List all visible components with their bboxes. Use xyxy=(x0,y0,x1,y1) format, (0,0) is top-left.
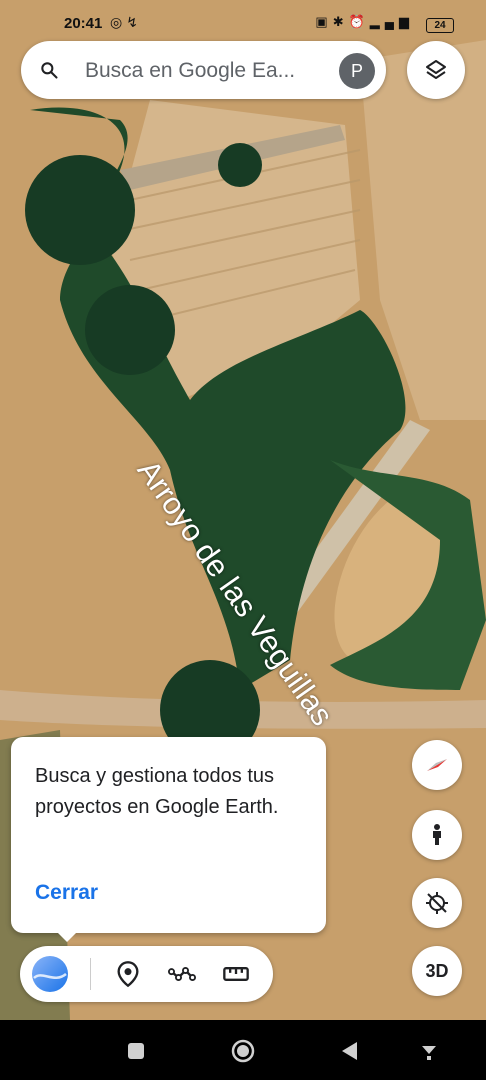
recents-icon[interactable] xyxy=(123,1038,149,1064)
home-icon[interactable] xyxy=(230,1038,256,1064)
bottom-toolbar xyxy=(20,946,273,1002)
status-time: 20:41 xyxy=(64,15,103,32)
compass-button[interactable] xyxy=(412,740,462,790)
measure-icon[interactable] xyxy=(222,960,250,988)
three-d-label: 3D xyxy=(425,961,449,981)
path-icon[interactable] xyxy=(168,960,196,988)
search-bar[interactable]: P xyxy=(21,41,386,99)
search-icon[interactable] xyxy=(39,60,59,80)
popup-tail xyxy=(55,930,79,942)
three-d-button[interactable]: 3D xyxy=(412,946,462,996)
bluetooth-icon: ✱ xyxy=(332,14,349,29)
system-icons: ▣✱⏰▂▄▆ xyxy=(315,14,414,30)
battery-indicator: 24 xyxy=(426,18,454,33)
layers-button[interactable] xyxy=(407,41,465,99)
status-bar: 20:41 ◎↯ ▣✱⏰▂▄▆ 24 xyxy=(0,0,486,40)
layers-icon xyxy=(426,60,446,79)
pegman-icon xyxy=(433,824,441,845)
alarm-icon: ⏰ xyxy=(348,14,370,29)
earth-icon[interactable] xyxy=(30,954,70,994)
avatar[interactable]: P xyxy=(339,53,375,89)
tip-popup: Busca y gestiona todos tus proyectos en … xyxy=(11,737,326,942)
system-nav-bar xyxy=(0,1020,486,1080)
my-location-button[interactable] xyxy=(412,878,462,928)
back-icon[interactable] xyxy=(337,1038,363,1064)
nfc-icon: ▣ xyxy=(315,14,333,29)
compass-icon xyxy=(427,759,447,771)
toolbar-divider xyxy=(90,958,91,990)
street-view-button[interactable] xyxy=(412,810,462,860)
missed-call-icon: ↯ xyxy=(126,14,142,30)
place-marker-icon[interactable] xyxy=(114,960,142,988)
keyboard-hide-icon[interactable] xyxy=(416,1038,442,1064)
whatsapp-icon: ◎ xyxy=(110,14,127,30)
search-input[interactable] xyxy=(83,55,327,87)
signal-icon: ▂▄▆ xyxy=(369,14,414,29)
popup-message: Busca y gestiona todos tus proyectos en … xyxy=(35,765,279,818)
close-button[interactable]: Cerrar xyxy=(35,881,98,905)
location-off-icon xyxy=(426,892,448,914)
notification-icons: ◎↯ xyxy=(110,14,142,31)
